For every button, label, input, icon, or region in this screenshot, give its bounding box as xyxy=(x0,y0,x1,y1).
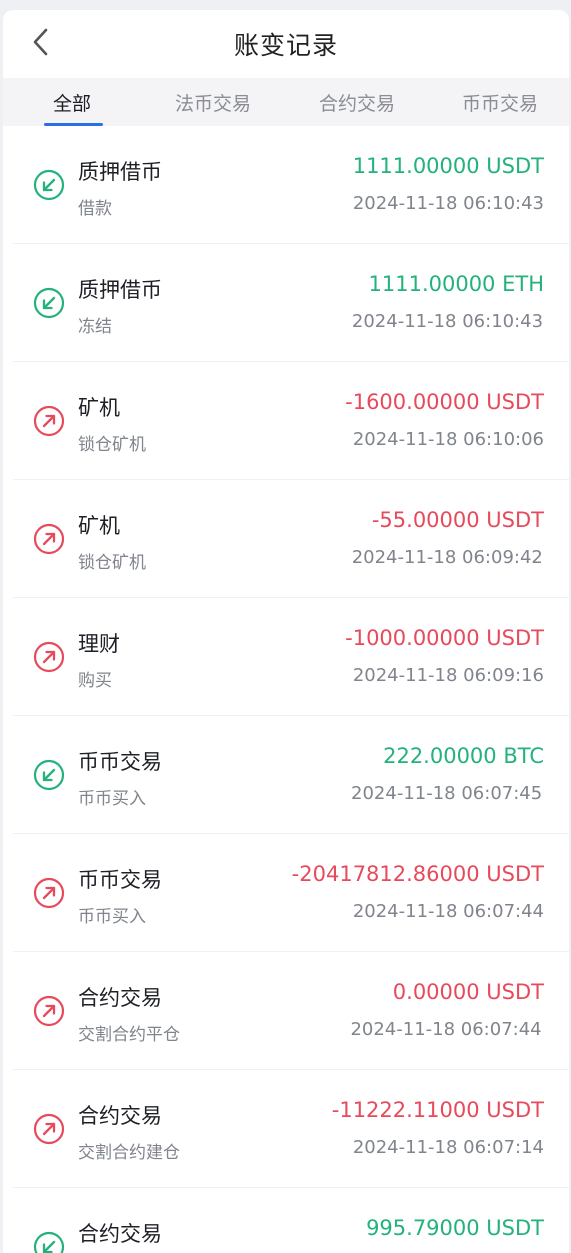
record-subtitle: 币币买入 xyxy=(78,789,146,809)
record-title: 质押借币 xyxy=(78,160,162,184)
arrow-up-right-icon xyxy=(33,877,65,909)
record-amount: -20417812.86000 USDT xyxy=(291,862,544,886)
record-time: 2024-11-18 06:07:45 xyxy=(351,783,543,804)
record-amount: -1000.00000 USDT xyxy=(345,626,544,650)
record-time: 2024-11-18 06:10:43 xyxy=(351,311,544,332)
record-subtitle: 交割合约建仓 xyxy=(78,1143,180,1163)
screen: 账变记录 全部 法币交易 合约交易 币币交易 质押借币 借款 1111.00000 … xyxy=(3,10,569,1253)
record-title: 质押借币 xyxy=(78,278,162,302)
record-amount: 222.00000 BTC xyxy=(383,744,544,768)
arrow-down-left-icon xyxy=(33,169,65,201)
record-title: 合约交易 xyxy=(78,986,162,1010)
record-amount: -1600.00000 USDT xyxy=(345,390,544,414)
record-row[interactable]: 质押借币借款 1111.00000 USDT 2024-11-18 06:10:43 xyxy=(13,126,569,244)
arrow-down-left-icon xyxy=(33,287,65,319)
record-amount: 0.00000 USDT xyxy=(392,980,544,1004)
chevron-left-icon xyxy=(33,28,48,56)
record-subtitle: 购买 xyxy=(78,671,112,691)
record-row[interactable]: 合约交易 995.79000 USDT xyxy=(13,1188,569,1253)
record-title: 合约交易 xyxy=(78,1104,162,1128)
record-amount: 1111.00000 ETH xyxy=(368,272,545,296)
arrow-up-right-icon xyxy=(33,523,65,555)
record-time: 2024-11-18 06:10:43 xyxy=(352,193,544,214)
arrow-up-right-icon xyxy=(33,641,65,673)
tab-spot-trade[interactable]: 币币交易 xyxy=(462,78,538,126)
record-subtitle: 锁仓矿机 xyxy=(78,435,146,455)
tab-bar: 全部 法币交易 合约交易 币币交易 xyxy=(3,78,569,126)
arrow-up-right-icon xyxy=(33,995,65,1027)
record-row[interactable]: 合约交易交割合约建仓 -11222.11000 USDT 2024-11-18 06… xyxy=(13,1070,569,1188)
record-amount: 995.79000 USDT xyxy=(366,1216,544,1240)
arrow-down-left-icon xyxy=(33,1231,65,1253)
record-subtitle: 借款 xyxy=(78,199,112,219)
arrow-down-left-icon xyxy=(33,759,65,791)
record-subtitle: 冻结 xyxy=(78,317,112,337)
tab-all[interactable]: 全部 xyxy=(53,78,91,126)
record-row[interactable]: 理财购买 -1000.00000 USDT 2024-11-18 06:09:16 xyxy=(13,598,569,716)
record-amount: -55.00000 USDT xyxy=(371,508,544,532)
record-row[interactable]: 矿机锁仓矿机 -55.00000 USDT 2024-11-18 06:09:42 xyxy=(13,480,569,598)
record-title: 币币交易 xyxy=(78,750,162,774)
arrow-up-right-icon xyxy=(33,1113,65,1145)
record-time: 2024-11-18 06:07:44 xyxy=(352,901,544,922)
record-subtitle: 锁仓矿机 xyxy=(78,553,146,573)
record-amount: 1111.00000 USDT xyxy=(352,154,544,178)
record-row[interactable]: 质押借币冻结 1111.00000 ETH 2024-11-18 06:10:43 xyxy=(13,244,569,362)
record-title: 币币交易 xyxy=(78,868,162,892)
record-title: 矿机 xyxy=(78,396,120,420)
header: 账变记录 xyxy=(3,10,569,78)
record-row[interactable]: 合约交易交割合约平仓 0.00000 USDT 2024-11-18 06:07:4… xyxy=(13,952,569,1070)
tab-fiat-trade[interactable]: 法币交易 xyxy=(175,78,251,126)
record-title: 合约交易 xyxy=(78,1222,162,1246)
record-time: 2024-11-18 06:09:16 xyxy=(352,665,544,686)
record-time: 2024-11-18 06:07:44 xyxy=(350,1019,542,1040)
record-row[interactable]: 币币交易币币买入 222.00000 BTC 2024-11-18 06:07:45 xyxy=(13,716,569,834)
record-title: 理财 xyxy=(78,632,120,656)
record-time: 2024-11-18 06:07:14 xyxy=(352,1137,544,1158)
record-subtitle: 交割合约平仓 xyxy=(78,1025,180,1045)
record-amount: -11222.11000 USDT xyxy=(331,1098,544,1122)
page-title: 账变记录 xyxy=(233,31,338,60)
arrow-up-right-icon xyxy=(33,405,65,437)
record-title: 矿机 xyxy=(78,514,120,538)
record-time: 2024-11-18 06:10:06 xyxy=(352,429,544,450)
record-row[interactable]: 币币交易币币买入 -20417812.86000 USDT 2024-11-18 0… xyxy=(13,834,569,952)
record-time: 2024-11-18 06:09:42 xyxy=(351,547,543,568)
record-subtitle: 币币买入 xyxy=(78,907,146,927)
record-list: 质押借币 借款 1111.00000 USDT 2024-11-18 06:10:43… xyxy=(3,126,569,1253)
record-row[interactable]: 矿机锁仓矿机 -1600.00000 USDT 2024-11-18 06:10:0… xyxy=(13,362,569,480)
back-button[interactable] xyxy=(21,22,61,62)
tab-contract-trade[interactable]: 合约交易 xyxy=(319,78,395,126)
